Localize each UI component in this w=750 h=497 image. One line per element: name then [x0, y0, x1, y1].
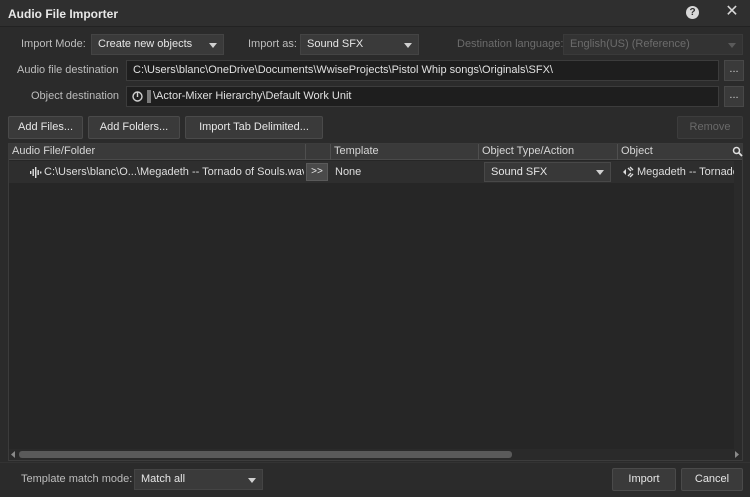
template-match-mode-value: Match all	[141, 473, 186, 485]
table-header: Audio File/Folder Template Object Type/A…	[9, 144, 743, 160]
object-destination-field[interactable]: \Actor-Mixer Hierarchy\Default Work Unit	[126, 86, 719, 107]
import-as-label: Import as:	[248, 38, 297, 50]
audio-file-destination-browse-button[interactable]: ...	[724, 60, 744, 81]
add-files-button[interactable]: Add Files...	[8, 116, 83, 139]
destination-language-value: English(US) (Reference)	[570, 38, 690, 50]
horizontal-scrollbar[interactable]	[9, 449, 742, 460]
audio-file-destination-field[interactable]: C:\Users\blanc\OneDrive\Documents\WwiseP…	[126, 60, 719, 81]
chevron-down-icon	[596, 170, 604, 175]
transfer-button[interactable]: >>	[306, 163, 328, 181]
column-header-spacer	[306, 144, 331, 160]
import-tab-delimited-button[interactable]: Import Tab Delimited...	[185, 116, 323, 139]
window-title: Audio File Importer	[8, 7, 119, 21]
close-icon[interactable]: ✕	[724, 3, 740, 21]
object-destination-browse-button[interactable]: ...	[724, 86, 744, 107]
horizontal-scrollbar-thumb[interactable]	[19, 451, 512, 458]
sound-object-icon	[623, 166, 634, 178]
import-as-dropdown[interactable]: Sound SFX	[300, 34, 419, 55]
color-swatch	[147, 90, 151, 103]
import-mode-label: Import Mode:	[21, 38, 86, 50]
import-button[interactable]: Import	[612, 468, 676, 491]
object-destination-value: \Actor-Mixer Hierarchy\Default Work Unit	[153, 90, 352, 102]
import-mode-dropdown[interactable]: Create new objects	[91, 34, 224, 55]
scroll-left-icon[interactable]	[10, 451, 16, 458]
import-as-value: Sound SFX	[307, 38, 364, 50]
object-destination-label: Object destination	[31, 90, 120, 102]
scroll-right-icon[interactable]	[734, 451, 740, 458]
row-object-type-value: Sound SFX	[491, 166, 548, 178]
vertical-scrollbar[interactable]	[734, 161, 742, 449]
search-icon[interactable]	[732, 146, 743, 157]
remove-button[interactable]: Remove	[677, 116, 743, 139]
chevron-down-icon	[728, 43, 736, 48]
table-row[interactable]: C:\Users\blanc\O...\Megadeth -- Tornado …	[9, 161, 734, 183]
chevron-down-icon	[209, 43, 217, 48]
destination-language-dropdown[interactable]: English(US) (Reference)	[563, 34, 743, 55]
help-icon[interactable]: ?	[686, 6, 699, 19]
chevron-down-icon	[404, 43, 412, 48]
title-bar: Audio File Importer ? ✕	[0, 0, 750, 27]
column-header-object[interactable]: Object	[618, 144, 734, 160]
add-folders-button[interactable]: Add Folders...	[88, 116, 180, 139]
row-object: Megadeth -- Tornado of Souls	[637, 166, 734, 178]
audio-file-destination-value: C:\Users\blanc\OneDrive\Documents\WwiseP…	[133, 64, 553, 76]
import-mode-value: Create new objects	[98, 38, 193, 50]
column-header-template[interactable]: Template	[331, 144, 479, 160]
column-header-audio-file[interactable]: Audio File/Folder	[9, 144, 306, 160]
row-audio-file: C:\Users\blanc\O...\Megadeth -- Tornado …	[44, 166, 304, 178]
column-header-object-type[interactable]: Object Type/Action	[479, 144, 618, 160]
row-object-type-dropdown[interactable]: Sound SFX	[484, 162, 611, 182]
audio-file-destination-label: Audio file destination	[17, 64, 119, 76]
row-template[interactable]: None	[335, 161, 475, 183]
audio-file-icon	[30, 167, 42, 178]
work-unit-icon	[132, 91, 143, 102]
destination-language-label: Destination language:	[457, 38, 564, 50]
cancel-button[interactable]: Cancel	[681, 468, 743, 491]
template-match-mode-dropdown[interactable]: Match all	[134, 469, 263, 490]
import-table: Audio File/Folder Template Object Type/A…	[8, 143, 743, 461]
chevron-down-icon	[248, 478, 256, 483]
template-match-mode-label: Template match mode:	[21, 473, 133, 485]
